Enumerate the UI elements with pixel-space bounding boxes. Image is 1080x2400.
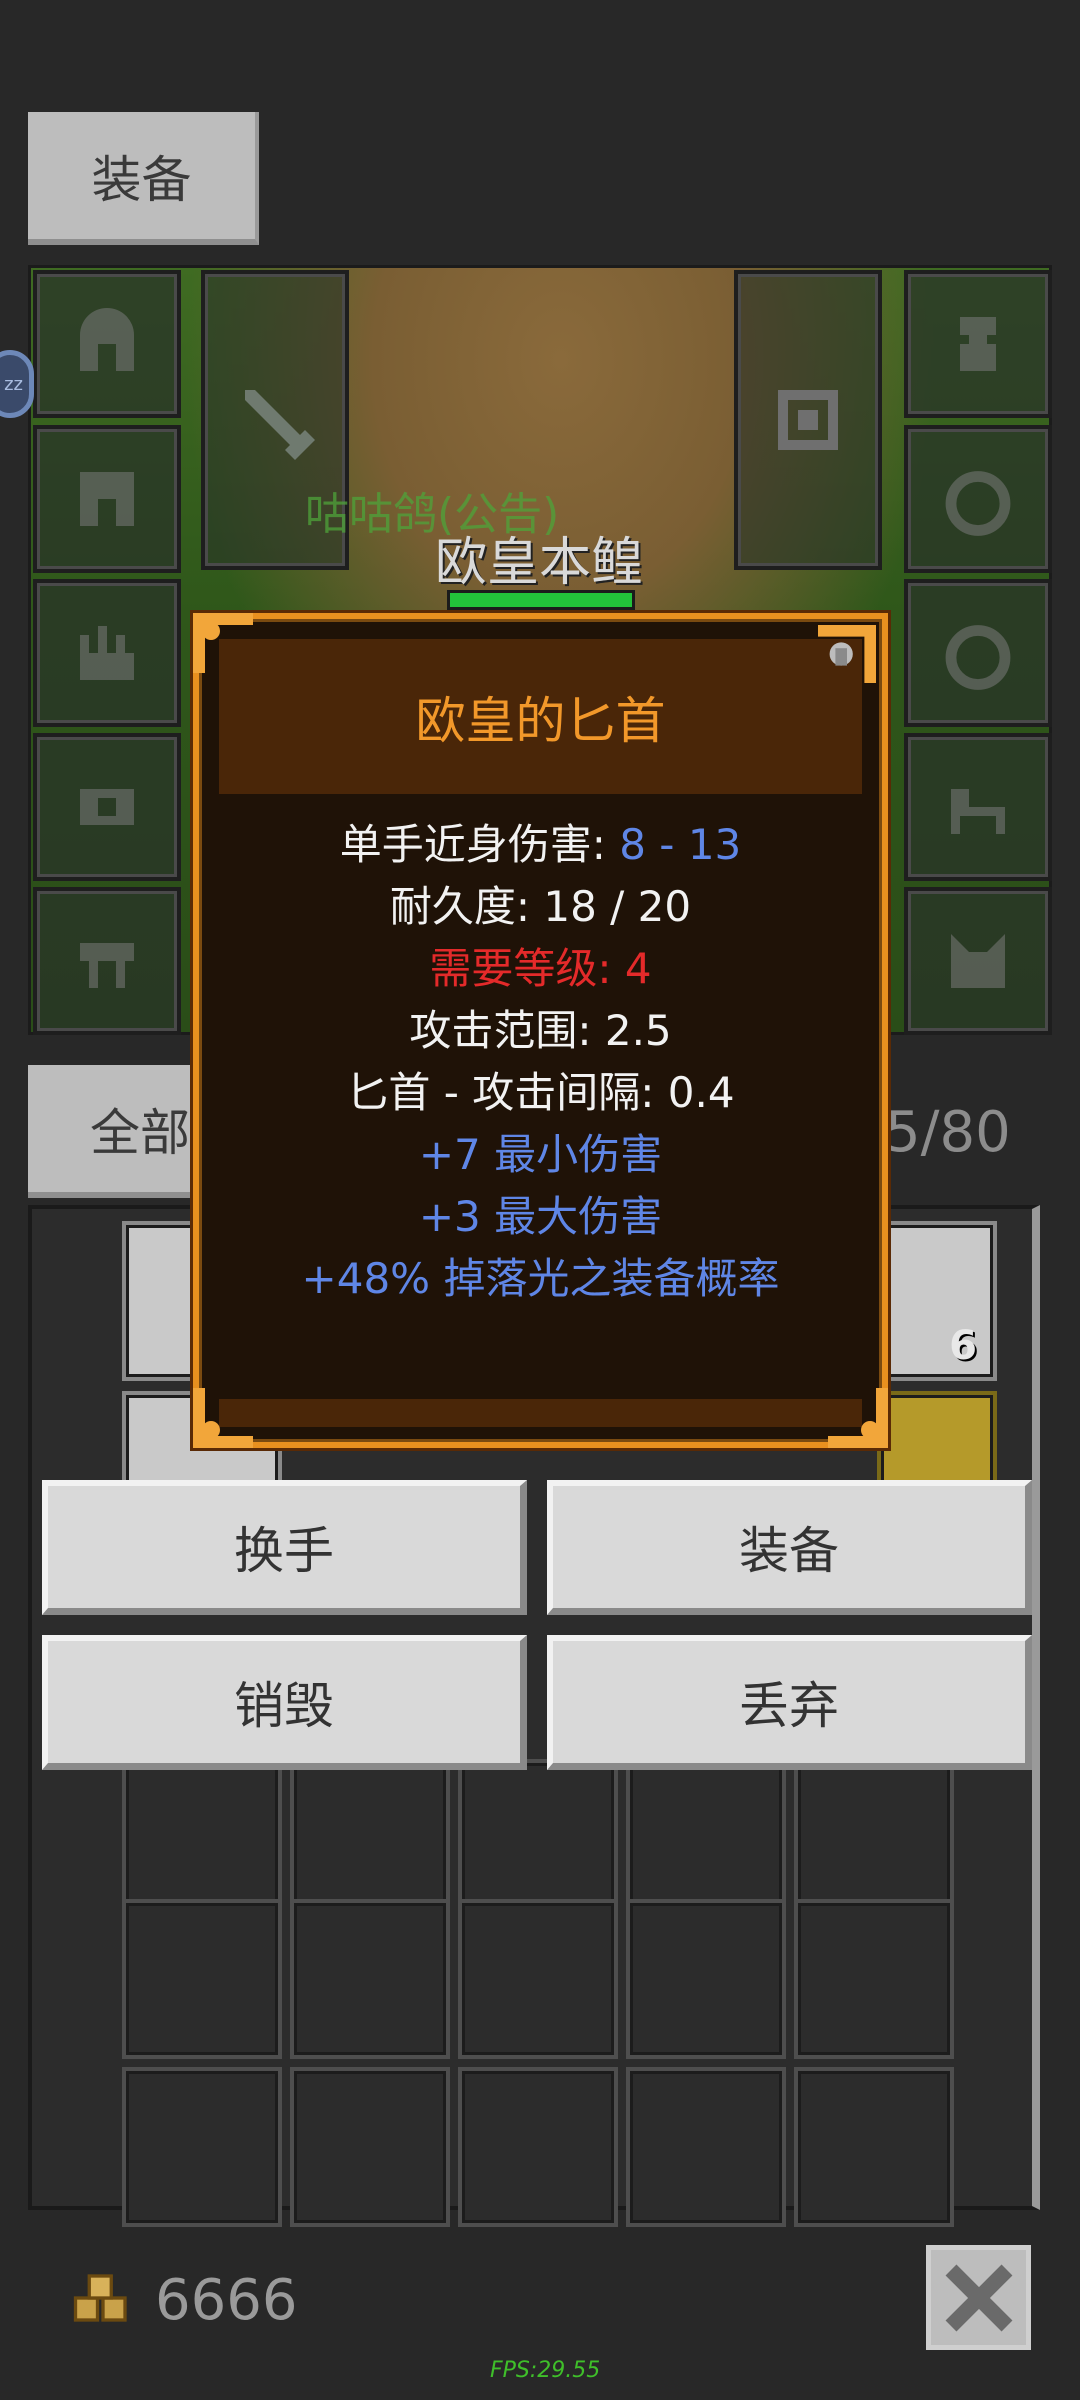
slot-belt[interactable] — [33, 733, 181, 881]
fps-counter: FPS:29.55 — [490, 2358, 601, 2383]
bonus-min-damage: +7 最小伤害 — [418, 1130, 663, 1179]
inventory-slot[interactable] — [794, 1759, 954, 1919]
close-icon — [945, 2264, 1012, 2331]
item-tooltip: 欧皇的匕首 单手近身伤害: 8 - 13 耐久度: 18 / 20 需要等级: … — [193, 613, 888, 1448]
slot-mount[interactable] — [904, 733, 1052, 881]
inventory-slot[interactable] — [122, 1899, 282, 2059]
player-name: 欧皇本鳇 — [435, 533, 644, 593]
inventory-slot[interactable] — [290, 1899, 450, 2059]
ornament-corner-icon — [193, 613, 253, 673]
close-button[interactable] — [926, 2245, 1031, 2350]
stat-attack-interval: 匕首 - 攻击间隔: 0.4 — [346, 1068, 735, 1117]
belt-icon — [80, 789, 134, 825]
armor-icon — [80, 472, 134, 526]
bonus-drop-chance: +48% 掉落光之装备概率 — [301, 1254, 780, 1303]
slot-amulet[interactable] — [904, 270, 1052, 418]
stat-attack-range: 攻击范围: 2.5 — [409, 1006, 672, 1055]
item-title: 欧皇的匕首 — [219, 639, 862, 794]
inventory-slot[interactable] — [458, 2067, 618, 2227]
slot-ring-2[interactable] — [904, 579, 1052, 727]
horse-icon — [951, 789, 1005, 834]
ornament-corner-icon — [828, 1388, 888, 1448]
sword-icon — [245, 390, 315, 460]
item-stack-count: 6 — [949, 1323, 977, 1369]
gold-coins-icon — [73, 2274, 127, 2322]
inventory-slot[interactable] — [122, 2067, 282, 2227]
boots-icon — [80, 943, 134, 988]
destroy-button[interactable]: 销毁 — [42, 1635, 527, 1770]
discard-button[interactable]: 丢弃 — [547, 1635, 1032, 1770]
stat-durability: 耐久度: 18 / 20 — [389, 882, 692, 931]
tab-equipment[interactable]: 装备 — [28, 112, 259, 245]
equip-button[interactable]: 装备 — [547, 1480, 1032, 1615]
slot-pet[interactable] — [904, 887, 1052, 1035]
helmet-icon — [80, 308, 134, 371]
slot-boots[interactable] — [33, 887, 181, 1035]
inventory-slot[interactable]: 6 — [877, 1221, 997, 1381]
tooltip-footer — [219, 1399, 862, 1427]
inventory-slot[interactable] — [626, 1899, 786, 2059]
slot-gloves[interactable] — [33, 579, 181, 727]
slot-off-hand[interactable] — [734, 270, 882, 570]
shield-icon — [778, 390, 838, 450]
stat-damage-label: 单手近身伤害: — [339, 820, 620, 869]
slot-ring-1[interactable] — [904, 425, 1052, 573]
bonus-max-damage: +3 最大伤害 — [418, 1192, 663, 1241]
cat-icon — [951, 934, 1005, 988]
inventory-slot[interactable] — [626, 2067, 786, 2227]
inventory-slot[interactable] — [794, 1899, 954, 2059]
gold-amount: 6666 — [155, 2268, 298, 2333]
slot-helmet[interactable] — [33, 270, 181, 418]
slot-armor[interactable] — [33, 425, 181, 573]
inventory-capacity: 5/80 — [885, 1100, 1011, 1165]
swap-hand-button[interactable]: 换手 — [42, 1480, 527, 1615]
inventory-slot[interactable] — [458, 1899, 618, 2059]
sleep-badge[interactable]: zz — [0, 350, 34, 418]
tab-all-items[interactable]: 全部 — [28, 1065, 208, 1198]
stat-damage-value: 8 - 13 — [619, 820, 742, 869]
player-health-bar — [447, 590, 635, 610]
inventory-slot[interactable] — [290, 1759, 450, 1919]
ring-icon — [945, 471, 1011, 536]
tooltip-lock-icon[interactable] — [818, 625, 876, 683]
inventory-slot[interactable] — [626, 1759, 786, 1919]
gloves-icon — [80, 626, 134, 680]
amulet-icon — [960, 317, 996, 371]
ornament-corner-icon — [193, 1388, 253, 1448]
inventory-slot[interactable] — [458, 1759, 618, 1919]
inventory-slot[interactable] — [794, 2067, 954, 2227]
inventory-slot[interactable] — [122, 1759, 282, 1919]
stat-damage: 单手近身伤害: 8 - 13 — [199, 814, 882, 876]
ring-icon — [945, 625, 1011, 690]
inventory-slot[interactable] — [290, 2067, 450, 2227]
stat-required-level: 需要等级: 4 — [429, 944, 652, 993]
item-stats: 单手近身伤害: 8 - 13 耐久度: 18 / 20 需要等级: 4 攻击范围… — [199, 814, 882, 1310]
